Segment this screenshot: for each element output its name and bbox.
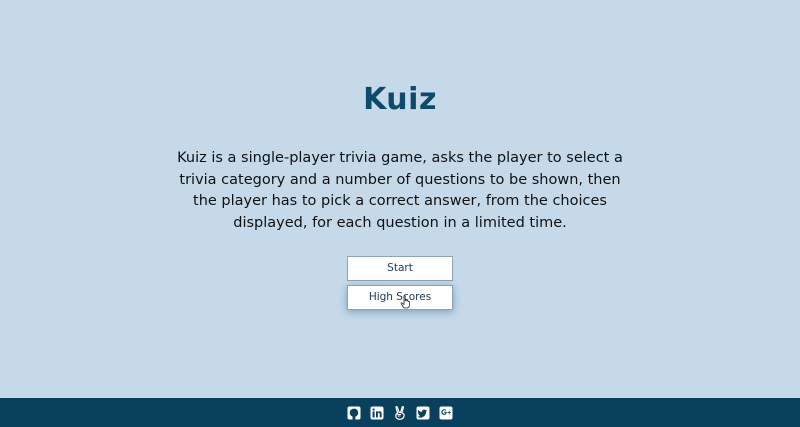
main-content: Kuiz Kuiz is a single-player trivia game…	[0, 0, 800, 398]
high-scores-button[interactable]: High Scores	[347, 285, 453, 310]
start-button[interactable]: Start	[347, 256, 453, 281]
google-plus-icon[interactable]	[439, 406, 453, 420]
game-description: Kuiz is a single-player trivia game, ask…	[177, 150, 623, 231]
github-icon[interactable]	[347, 406, 361, 420]
angellist-icon[interactable]	[393, 405, 407, 420]
linkedin-icon[interactable]	[370, 406, 384, 420]
twitter-icon[interactable]	[416, 406, 430, 420]
footer	[0, 398, 800, 427]
page-title: Kuiz	[363, 82, 437, 117]
